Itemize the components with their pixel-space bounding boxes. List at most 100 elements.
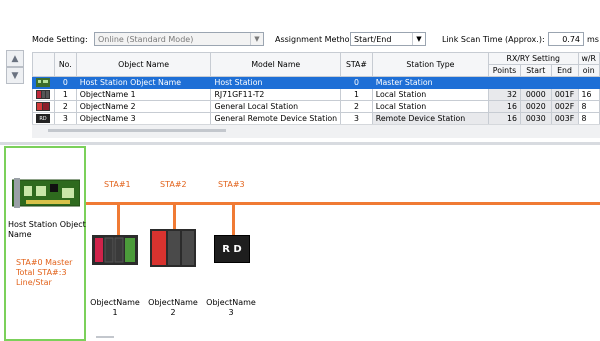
assignment-method-select[interactable]: Start/End ▼ (350, 32, 426, 46)
row-sta[interactable]: 3 (340, 112, 373, 125)
icon-column-header (32, 52, 55, 77)
row-wr[interactable]: 8 (577, 100, 600, 113)
device-number-3: 3 (228, 308, 234, 317)
link-scan-time-unit: ms (587, 35, 599, 44)
general-local-station-icon (32, 100, 55, 113)
row-start[interactable]: 0020 (519, 100, 552, 113)
row-model-name: RJ71GF11-T2 (210, 88, 342, 101)
diagram-scroll-indicator[interactable] (96, 336, 114, 338)
chevron-down-icon: ▼ (412, 33, 425, 45)
local-station-icon (32, 88, 55, 101)
assignment-method-value: Start/End (354, 34, 392, 44)
device-name-3-text: ObjectName (206, 298, 256, 307)
splitter[interactable] (0, 142, 600, 145)
row-points[interactable]: 32 (488, 88, 521, 101)
general-local-station-device-icon[interactable] (150, 229, 196, 267)
row-start[interactable] (519, 76, 552, 89)
drop-line-1 (117, 205, 120, 235)
sta-label-3: STA#3 (218, 180, 245, 189)
start-column-header[interactable]: Start (519, 64, 552, 77)
mode-setting-label: Mode Setting: (32, 35, 88, 44)
row-station-type[interactable]: Remote Device Station (371, 112, 490, 125)
no-column-header[interactable]: No. (53, 52, 77, 77)
host-station-name: Host Station Object Name (8, 220, 86, 239)
row-object-name[interactable]: Host Station Object Name (75, 76, 212, 89)
row-end (550, 76, 579, 89)
mode-setting-select: Online (Standard Mode) ▼ (94, 32, 264, 46)
row-object-name[interactable]: ObjectName 3 (75, 112, 212, 125)
row-no: 0 (53, 76, 77, 89)
rd-icon-glyph: RD (40, 116, 47, 122)
host-station-box[interactable]: Host Station Object Name STA#0 Master To… (4, 146, 86, 341)
row-sta[interactable]: 1 (340, 88, 373, 101)
host-info-line-2: Total STA#:3 (16, 268, 67, 277)
device-number-1: 1 (112, 308, 118, 317)
device-name-3: ObjectName 3 (206, 298, 256, 318)
network-line (86, 202, 600, 205)
host-info-line-3: Line/Star (16, 278, 52, 287)
network-diagram: Host Station Object Name STA#0 Master To… (0, 146, 600, 341)
row-wr[interactable] (577, 76, 600, 89)
mode-setting-value: Online (Standard Mode) (98, 34, 194, 44)
link-scan-time-value: 0.74 (548, 32, 584, 46)
horizontal-scrollbar[interactable] (32, 124, 600, 138)
row-object-name[interactable]: ObjectName 2 (75, 100, 212, 113)
sta-column-header[interactable]: STA# (340, 52, 373, 77)
station-type-column-header[interactable]: Station Type (371, 52, 490, 77)
rd-label: R D (222, 243, 242, 255)
row-no: 1 (53, 88, 77, 101)
sta-label-2: STA#2 (160, 180, 187, 189)
table-row[interactable]: 1 ObjectName 1 RJ71GF11-T2 1 Local Stati… (32, 88, 600, 101)
row-station-type[interactable]: Local Station (371, 88, 490, 101)
row-end: 003F (550, 112, 579, 125)
row-start[interactable]: 0030 (519, 112, 552, 125)
row-model-name: Host Station (210, 76, 342, 89)
row-wr[interactable]: 8 (577, 112, 600, 125)
device-name-2: ObjectName 2 (148, 298, 198, 318)
row-sta[interactable]: 2 (340, 100, 373, 113)
drop-line-3 (232, 205, 235, 235)
row-sta[interactable]: 0 (340, 76, 373, 89)
wr-setting-header: w/R (577, 52, 600, 65)
row-points[interactable]: 16 (488, 112, 521, 125)
assignment-method-label: Assignment Method: (275, 35, 358, 44)
remote-device-station-icon: RD (32, 112, 55, 125)
table-row[interactable]: RD 3 ObjectName 3 General Remote Device … (32, 112, 600, 125)
object-name-column-header[interactable]: Object Name (75, 52, 212, 77)
station-settings-panel: ▲ ▼ Mode Setting: Online (Standard Mode)… (0, 0, 600, 144)
points-column-header[interactable]: Points (488, 64, 521, 77)
row-points[interactable] (488, 76, 521, 89)
device-name-1: ObjectName 1 (90, 298, 140, 318)
row-wr[interactable]: 16 (577, 88, 600, 101)
device-name-1-text: ObjectName (90, 298, 140, 307)
station-table: No. Object Name Model Name STA# Station … (32, 52, 600, 125)
row-start[interactable]: 0000 (519, 88, 552, 101)
link-scan-time-label: Link Scan Time (Approx.): (442, 35, 545, 44)
chevron-down-icon: ▼ (250, 33, 263, 45)
scrollbar-thumb[interactable] (48, 129, 226, 132)
table-row[interactable]: 2 ObjectName 2 General Local Station 2 L… (32, 100, 600, 113)
remote-device-station-icon[interactable]: R D (214, 235, 250, 263)
move-down-icon[interactable]: ▼ (6, 67, 24, 84)
row-station-type[interactable]: Local Station (371, 100, 490, 113)
row-no: 2 (53, 100, 77, 113)
device-name-2-text: ObjectName (148, 298, 198, 307)
row-end: 002F (550, 100, 579, 113)
host-info-line-1: STA#0 Master (16, 258, 73, 267)
end-column-header[interactable]: End (550, 64, 579, 77)
wr-points-column-header[interactable]: oin (577, 64, 600, 77)
host-station-icon (32, 76, 55, 89)
row-object-name[interactable]: ObjectName 1 (75, 88, 212, 101)
model-name-column-header[interactable]: Model Name (210, 52, 342, 77)
row-end: 001F (550, 88, 579, 101)
row-station-type[interactable]: Master Station (371, 76, 490, 89)
row-no: 3 (53, 112, 77, 125)
link-scan-time-number: 0.74 (562, 34, 580, 44)
device-number-2: 2 (170, 308, 176, 317)
move-up-icon[interactable]: ▲ (6, 50, 24, 67)
table-row[interactable]: 0 Host Station Object Name Host Station … (32, 76, 600, 89)
rxry-setting-header: RX/RY Setting (488, 52, 579, 65)
row-points[interactable]: 16 (488, 100, 521, 113)
local-station-device-icon[interactable] (92, 235, 138, 265)
sta-label-1: STA#1 (104, 180, 131, 189)
